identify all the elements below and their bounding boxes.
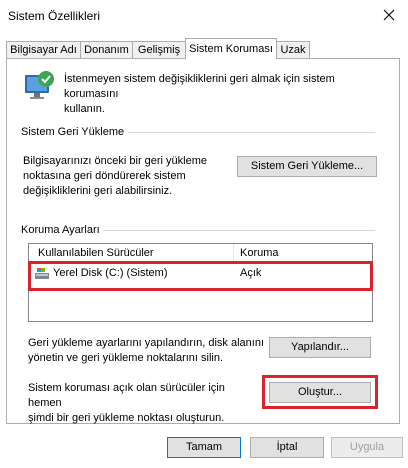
drives-list[interactable]: Kullanılabilen Sürücüler Koruma Yerel Di… — [28, 243, 373, 322]
configure-desc-line-2: yönetin ve geri yükleme noktalarını sili… — [28, 352, 224, 364]
protection-group-label: Koruma Ayarları — [21, 224, 104, 236]
restore-desc-line-2: noktasına geri döndürerek sistem — [23, 170, 186, 182]
system-restore-button[interactable]: Sistem Geri Yükleme... — [237, 156, 377, 177]
restore-description: Bilgisayarınızı önceki bir geri yükleme … — [23, 154, 228, 199]
window-title: Sistem Özellikleri — [8, 9, 101, 23]
configure-description: Geri yükleme ayarlarını yapılandırın, di… — [28, 336, 268, 366]
apply-button[interactable]: Uygula — [331, 437, 403, 458]
drive-row[interactable]: Yerel Disk (C:) (Sistem) Açık — [31, 265, 370, 283]
configure-desc-line-1: Geri yükleme ayarlarını yapılandırın, di… — [28, 337, 265, 349]
column-header-protection[interactable]: Koruma — [240, 247, 279, 259]
configure-button[interactable]: Yapılandır... — [269, 337, 371, 358]
create-button[interactable]: Oluştur... — [269, 382, 371, 403]
intro-line-2: kullanın. — [64, 103, 105, 115]
column-header-drives[interactable]: Kullanılabilen Sürücüler — [38, 247, 154, 259]
restore-desc-line-1: Bilgisayarınızı önceki bir geri yükleme — [23, 155, 208, 167]
tab-advanced[interactable]: Gelişmiş — [132, 41, 186, 58]
ok-button[interactable]: Tamam — [167, 437, 241, 458]
tab-computer-name[interactable]: Bilgisayar Adı — [6, 41, 81, 58]
tab-bar: Bilgisayar Adı Donanım Gelişmiş Sistem K… — [0, 38, 408, 59]
cancel-button[interactable]: İptal — [250, 437, 324, 458]
restore-group-label: Sistem Geri Yükleme — [21, 126, 129, 138]
intro-text: İstenmeyen sistem değişikliklerini geri … — [64, 72, 384, 117]
drive-icon — [35, 268, 49, 279]
drives-header: Kullanılabilen Sürücüler Koruma — [29, 244, 372, 264]
restore-desc-line-3: değişikliklerini geri alabilirsiniz. — [23, 185, 173, 197]
tab-hardware[interactable]: Donanım — [80, 41, 133, 58]
create-description: Sistem koruması açık olan sürücüler için… — [28, 381, 258, 426]
drive-name: Yerel Disk (C:) (Sistem) — [53, 267, 168, 279]
drive-protection-status: Açık — [240, 267, 262, 279]
column-separator — [233, 244, 234, 263]
tab-remote[interactable]: Uzak — [276, 41, 310, 58]
close-icon — [383, 9, 395, 21]
system-protection-icon — [22, 69, 56, 103]
close-button[interactable] — [372, 0, 408, 32]
tab-system-protection[interactable]: Sistem Koruması — [185, 38, 277, 59]
create-desc-line-2: şimdi bir geri yükleme noktası oluşturun… — [28, 412, 225, 424]
create-desc-line-1: Sistem koruması açık olan sürücüler için… — [28, 382, 225, 409]
intro-line-1: İstenmeyen sistem değişikliklerini geri … — [64, 73, 335, 100]
title-bar: Sistem Özellikleri — [0, 0, 408, 32]
